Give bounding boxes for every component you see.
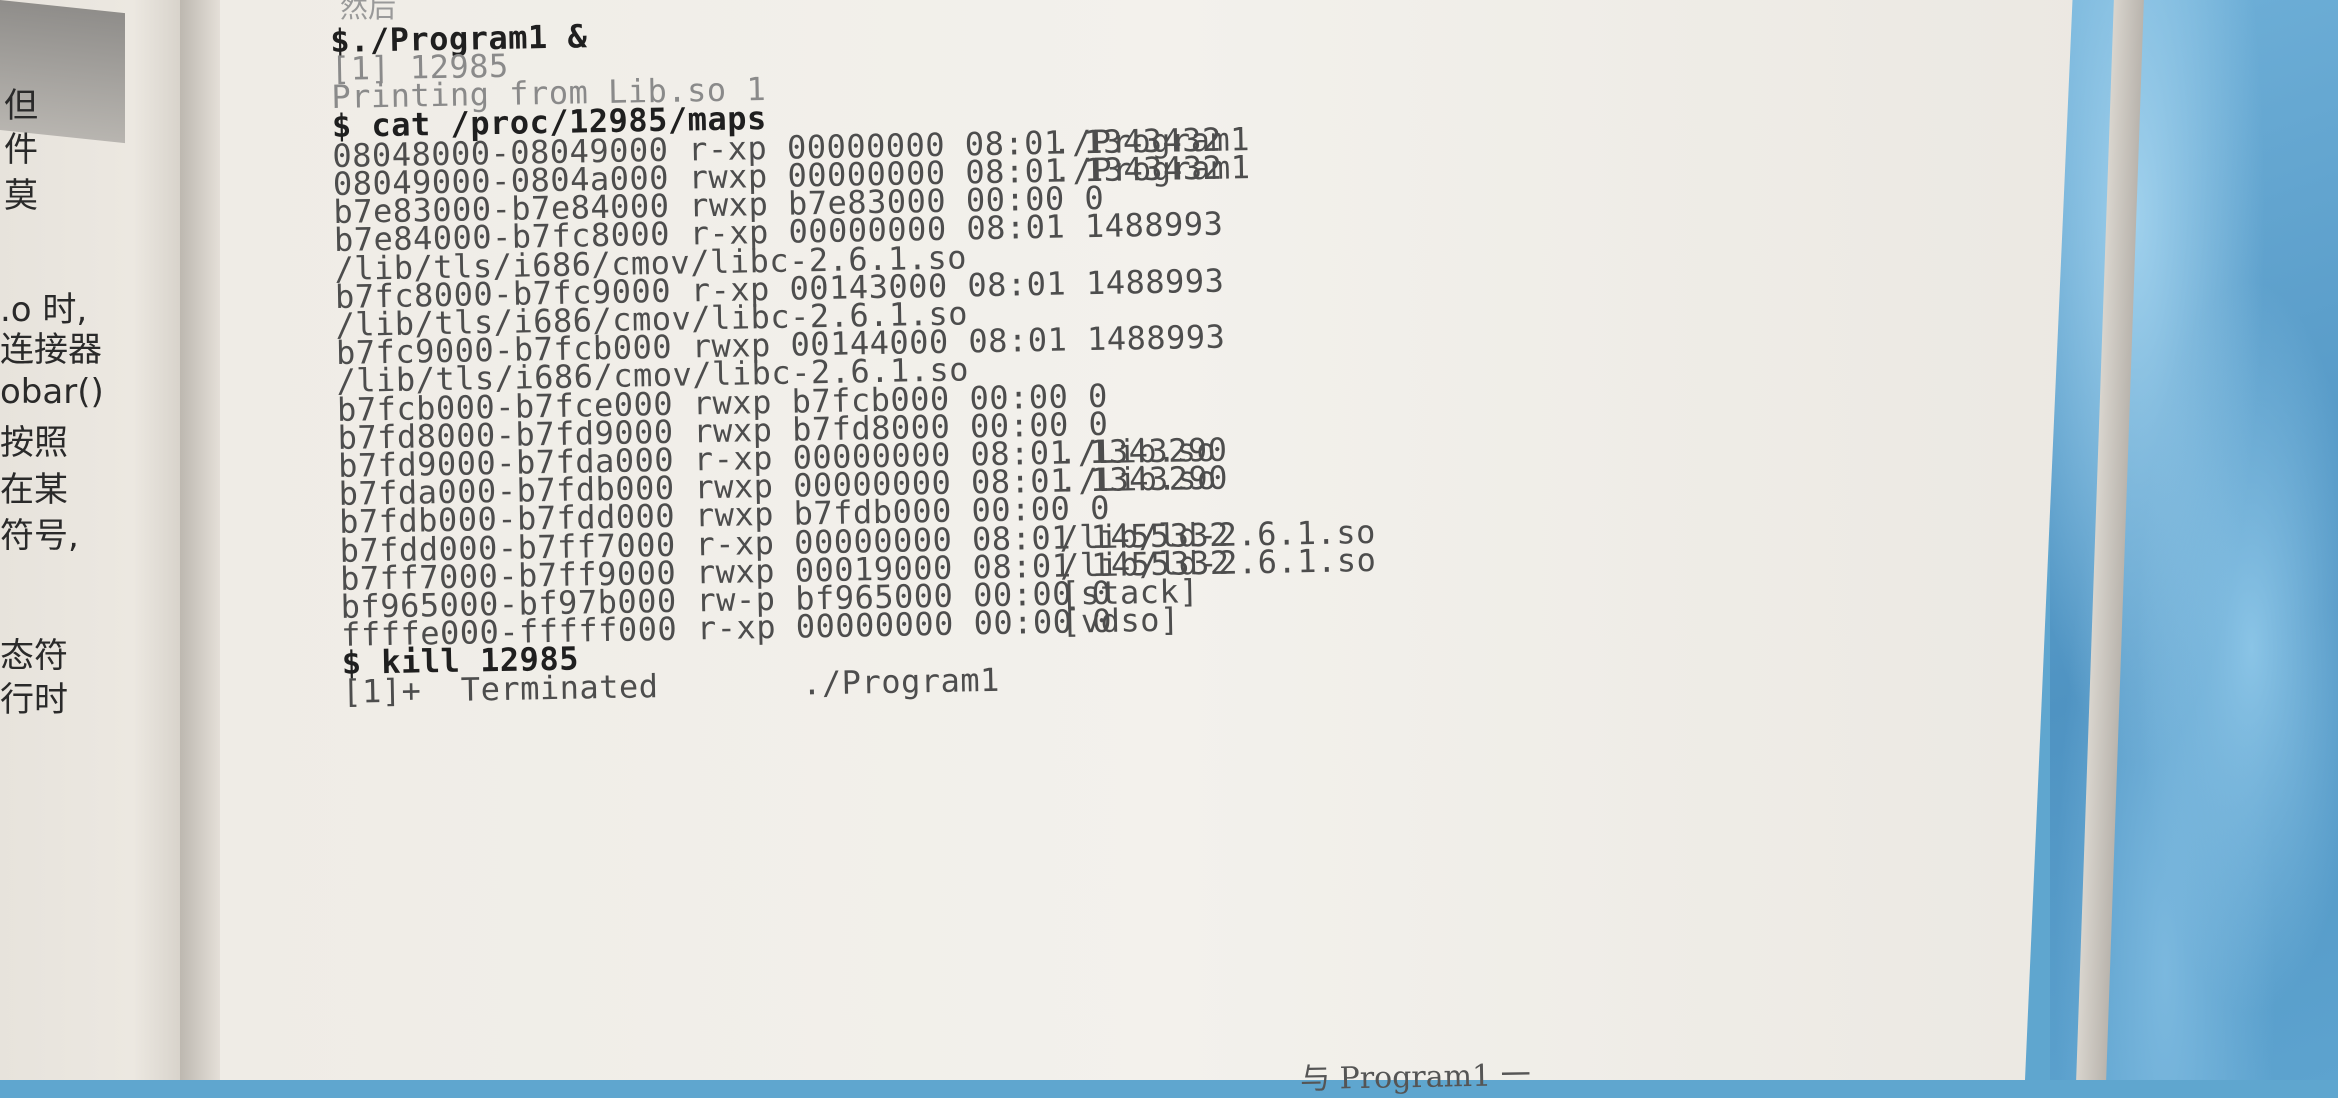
left-page-fragment: obar() — [0, 372, 104, 412]
line-text: [1]+ Terminated — [341, 666, 659, 711]
left-page-fragment: 在某 — [0, 470, 68, 510]
mapping-path: [vdso] — [1060, 600, 1181, 641]
left-page-fragment: 符号, — [0, 516, 79, 556]
bottom-text-fragment: 与 Program1 一 — [1299, 1057, 1531, 1098]
left-page-fragment: 莫 — [4, 176, 38, 216]
left-page-fragment: 但 — [4, 86, 38, 126]
left-page-fragment: 按照 — [0, 423, 68, 463]
left-page-fragment: 连接器 — [0, 330, 102, 370]
left-page-fragment: 态符 — [0, 636, 68, 676]
terminal-output-line: [1]+ Terminated ./Program1 — [341, 660, 1000, 711]
mapping-path: ./Program1 — [801, 660, 1001, 703]
left-page-fragment: 件 — [4, 130, 38, 170]
left-page-fragment: 行时 — [0, 680, 68, 720]
